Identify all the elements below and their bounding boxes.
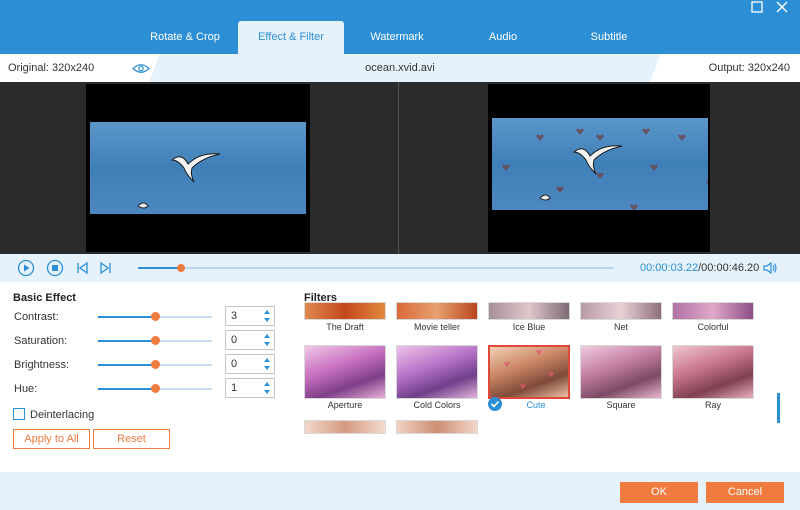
original-video-frame: [90, 122, 306, 214]
filter-thumb-ray[interactable]: [672, 345, 754, 399]
filter-label-the-draft: The Draft: [326, 322, 364, 332]
filter-label-net: Net: [613, 322, 628, 332]
filter-label-ray: Ray: [704, 400, 721, 410]
filter-label-cold-colors: Cold Colors: [413, 400, 461, 410]
previous-frame-icon[interactable]: [74, 259, 92, 277]
brightness-label: Brightness:: [14, 359, 70, 371]
stepper-arrows-icon[interactable]: [262, 356, 272, 372]
hue-stepper[interactable]: 1: [225, 378, 275, 398]
basic-effect-title: Basic Effect: [13, 292, 76, 304]
original-preview: [86, 84, 310, 252]
brightness-stepper[interactable]: 0: [225, 354, 275, 374]
preview-area: [0, 82, 800, 254]
filter-thumb-net[interactable]: [580, 302, 662, 320]
maximize-icon[interactable]: [750, 1, 764, 15]
brightness-slider-fill: [98, 364, 155, 366]
contrast-slider[interactable]: [98, 312, 212, 321]
stepper-arrows-icon[interactable]: [262, 308, 272, 324]
contrast-label: Contrast:: [14, 311, 59, 323]
tab-strip: Rotate & Crop Effect & Filter Watermark …: [132, 21, 662, 54]
hue-slider-fill: [98, 388, 155, 390]
saturation-value[interactable]: 0: [231, 334, 237, 346]
filter-thumb-cute[interactable]: [488, 345, 570, 399]
close-icon[interactable]: [775, 1, 789, 15]
filters-scrollbar[interactable]: [777, 393, 780, 423]
preview-divider: [398, 82, 399, 254]
top-tab-bar: Rotate & Crop Effect & Filter Watermark …: [0, 0, 800, 54]
filter-thumb-aperture[interactable]: [304, 345, 386, 399]
filter-thumb-row3-1[interactable]: [304, 420, 386, 434]
output-preview: [488, 84, 710, 252]
hue-slider-knob[interactable]: [151, 384, 160, 393]
timeline-progress: [138, 267, 181, 269]
saturation-stepper[interactable]: 0: [225, 330, 275, 350]
current-time: 00:00:03.22: [640, 262, 699, 274]
stepper-arrows-icon[interactable]: [262, 380, 272, 396]
stepper-arrows-icon[interactable]: [262, 332, 272, 348]
volume-icon[interactable]: [762, 260, 780, 278]
filter-label-square: Square: [606, 400, 636, 410]
play-icon[interactable]: [17, 259, 35, 277]
filter-label-cute: Cute: [526, 400, 546, 410]
brightness-slider[interactable]: [98, 360, 212, 369]
brightness-slider-knob[interactable]: [151, 360, 160, 369]
hue-label: Hue:: [14, 383, 38, 395]
filter-thumb-movie-teller[interactable]: [396, 302, 478, 320]
timeline-knob[interactable]: [176, 264, 185, 272]
filter-label-ice-blue: Ice Blue: [512, 322, 546, 332]
tab-rotate-crop[interactable]: Rotate & Crop: [132, 21, 238, 54]
hue-slider[interactable]: [98, 384, 212, 393]
filter-label-aperture: Aperture: [327, 400, 363, 410]
output-video-frame: [492, 118, 708, 210]
contrast-stepper[interactable]: 3: [225, 306, 275, 326]
tab-subtitle[interactable]: Subtitle: [556, 21, 662, 54]
filter-thumb-ice-blue[interactable]: [488, 302, 570, 320]
filter-thumb-colorful[interactable]: [672, 302, 754, 320]
tab-watermark[interactable]: Watermark: [344, 21, 450, 54]
cancel-button[interactable]: Cancel: [706, 482, 784, 503]
stop-icon[interactable]: [46, 259, 64, 277]
contrast-slider-knob[interactable]: [151, 312, 160, 321]
deinterlacing-label: Deinterlacing: [30, 409, 95, 421]
filter-thumb-square[interactable]: [580, 345, 662, 399]
total-time: /00:00:46.20: [698, 262, 760, 274]
filter-label-colorful: Colorful: [697, 322, 729, 332]
saturation-slider[interactable]: [98, 336, 212, 345]
brightness-value[interactable]: 0: [231, 358, 237, 370]
filter-thumb-the-draft[interactable]: [304, 302, 386, 320]
next-frame-icon[interactable]: [96, 259, 114, 277]
hue-value[interactable]: 1: [231, 382, 237, 394]
time-display: 00:00:03.22/00:00:46.20: [640, 262, 759, 274]
timeline-track[interactable]: [138, 264, 614, 272]
saturation-label: Saturation:: [14, 335, 68, 347]
ok-button[interactable]: OK: [620, 482, 698, 503]
tab-effect-filter[interactable]: Effect & Filter: [238, 21, 344, 54]
contrast-slider-fill: [98, 316, 155, 318]
tab-audio[interactable]: Audio: [450, 21, 556, 54]
contrast-value[interactable]: 3: [231, 310, 237, 322]
output-resolution: Output: 320x240: [650, 54, 800, 82]
reset-button[interactable]: Reset: [93, 429, 170, 449]
saturation-slider-fill: [98, 340, 155, 342]
filter-label-movie-teller: Movie teller: [413, 322, 460, 332]
filter-thumb-row3-2[interactable]: [396, 420, 478, 434]
saturation-slider-knob[interactable]: [151, 336, 160, 345]
playback-controls: 00:00:03.22/00:00:46.20: [0, 254, 800, 282]
info-bar: Original: 320x240 ocean.xvid.avi Output:…: [0, 54, 800, 82]
apply-to-all-button[interactable]: Apply to All: [13, 429, 90, 449]
footer-bar: OK Cancel: [0, 472, 800, 510]
filter-thumb-cold-colors[interactable]: [396, 345, 478, 399]
deinterlacing-checkbox[interactable]: [13, 408, 25, 420]
